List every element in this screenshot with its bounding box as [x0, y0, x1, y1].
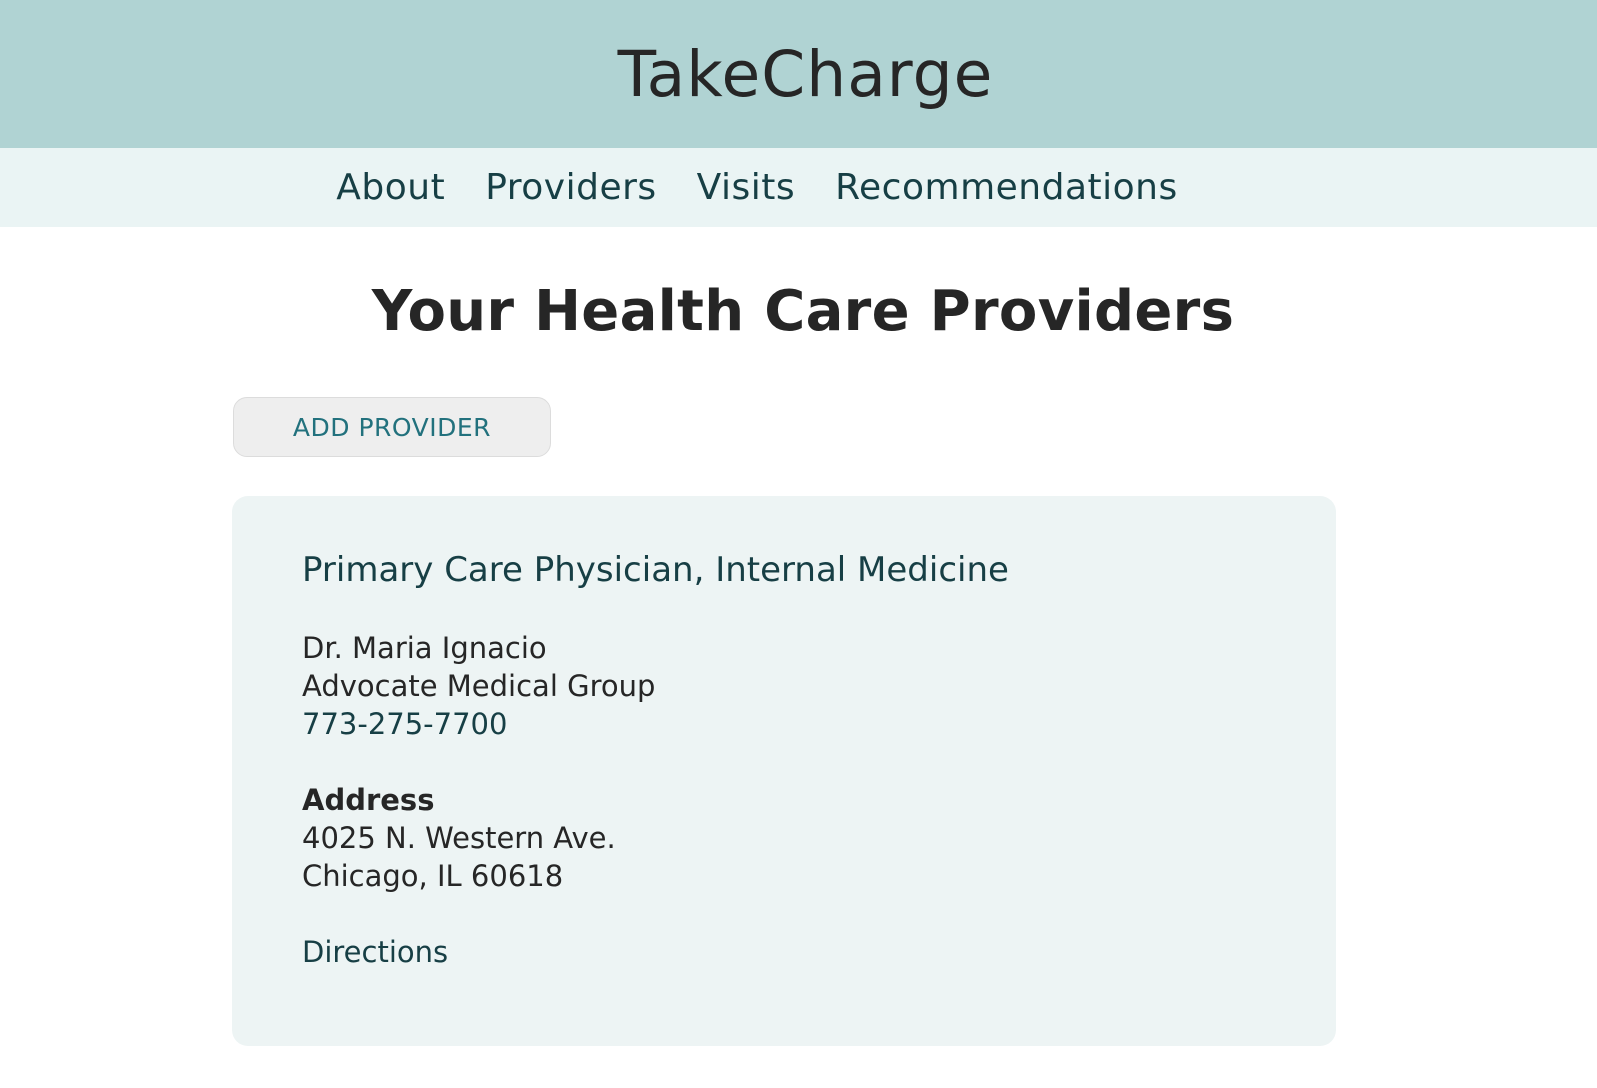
directions-link[interactable]: Directions — [302, 933, 448, 971]
nav-link-recommendations[interactable]: Recommendations — [835, 167, 1178, 208]
nav-link-providers[interactable]: Providers — [485, 167, 656, 208]
provider-card: Primary Care Physician, Internal Medicin… — [232, 496, 1336, 1046]
provider-phone-link[interactable]: 773-275-7700 — [302, 705, 1266, 743]
nav-item-visits: Visits — [697, 167, 795, 208]
page-title: Your Health Care Providers — [371, 279, 1235, 344]
provider-details: Dr. Maria Ignacio Advocate Medical Group… — [302, 629, 1266, 743]
nav-item-providers: Providers — [485, 167, 656, 208]
nav-link-visits[interactable]: Visits — [697, 167, 795, 208]
nav-item-about: About — [336, 167, 445, 208]
main-content: Your Health Care Providers ADD PROVIDER … — [0, 227, 1597, 1046]
nav-item-recommendations: Recommendations — [835, 167, 1178, 208]
address-line-2: Chicago, IL 60618 — [302, 858, 564, 893]
provider-specialty: Primary Care Physician, Internal Medicin… — [302, 550, 1009, 590]
address-heading: Address — [302, 782, 435, 817]
site-title: TakeCharge — [617, 37, 994, 111]
main-nav: About Providers Visits Recommendations — [0, 148, 1597, 227]
provider-name: Dr. Maria Ignacio — [302, 630, 547, 665]
address-line-1: 4025 N. Western Ave. — [302, 820, 616, 855]
provider-organization: Advocate Medical Group — [302, 668, 656, 703]
add-provider-button[interactable]: ADD PROVIDER — [233, 397, 551, 457]
nav-link-about[interactable]: About — [336, 167, 445, 208]
nav-list: About Providers Visits Recommendations — [336, 167, 1260, 208]
site-header: TakeCharge — [0, 0, 1597, 148]
address-block: Address 4025 N. Western Ave. Chicago, IL… — [302, 781, 1266, 895]
